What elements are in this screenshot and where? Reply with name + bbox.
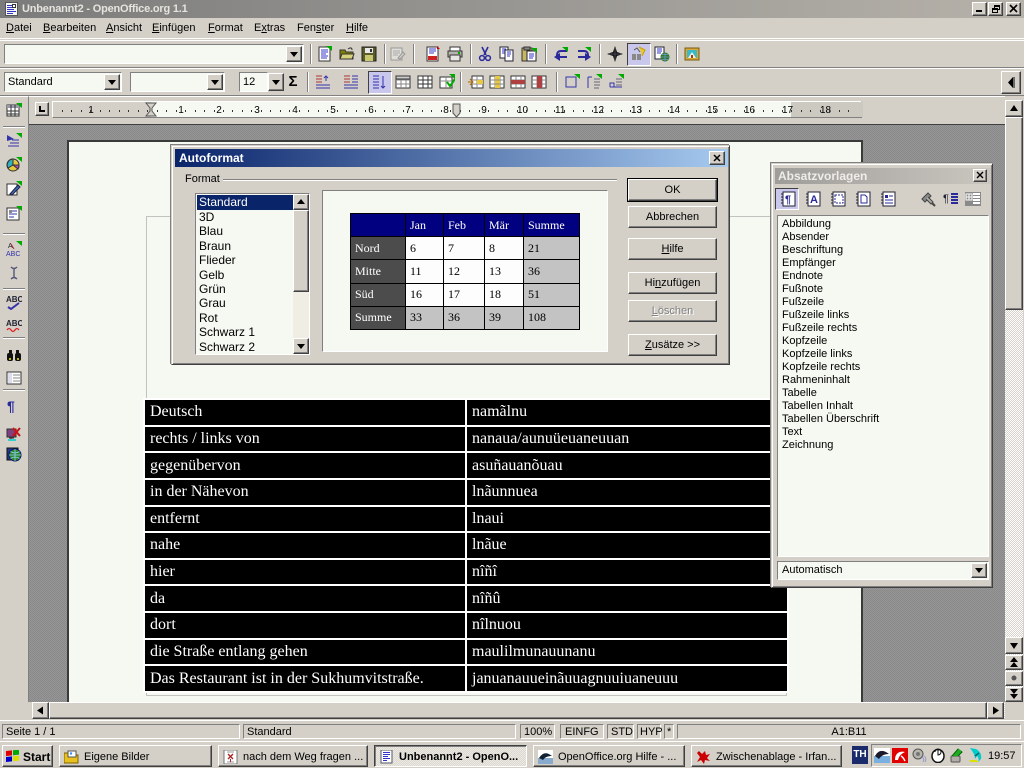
svg-text:A: A [810,194,818,206]
svg-text:ABC: ABC [6,251,20,257]
svg-text:¶: ¶ [943,193,949,205]
svg-text:¶: ¶ [785,194,791,206]
svg-text:ABC: ABC [6,319,22,328]
svg-text:ABC: ABC [6,295,22,304]
